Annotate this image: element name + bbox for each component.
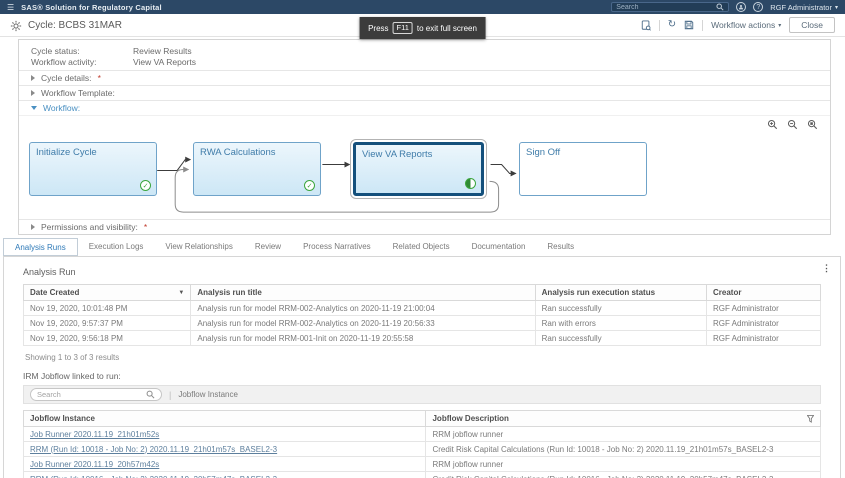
workflow-activity-label: Workflow activity:	[31, 56, 97, 67]
workflow-node-view-va-reports[interactable]: View VA Reports	[350, 139, 487, 199]
jobflow-instance-link[interactable]: RRM (Run Id: 10016 - Job No: 2) 2020.11.…	[30, 475, 277, 478]
column-header-jobflow-instance[interactable]: Jobflow Instance	[22, 410, 427, 427]
chevron-right-icon	[31, 75, 35, 81]
chevron-right-icon	[31, 90, 35, 96]
filter-icon[interactable]	[807, 414, 814, 423]
column-header-title[interactable]: Analysis run title	[190, 284, 536, 301]
jobflow-heading: IRM Jobflow linked to run:	[23, 371, 121, 381]
table-row[interactable]: Nov 19, 2020, 10:01:48 PM Analysis run f…	[22, 300, 821, 316]
page-title: Cycle: BCBS 31MAR	[28, 19, 122, 31]
zoom-out-icon[interactable]	[787, 119, 798, 130]
tab-view-relationships[interactable]: View Relationships	[154, 238, 243, 256]
help-icon[interactable]: ?	[753, 2, 764, 12]
zoom-fit-icon[interactable]	[807, 119, 818, 130]
workflow-actions-button[interactable]: Workflow actions ▾	[711, 20, 781, 30]
table-row: Job Runner 2020.11.19_20h57m42s RRM jobf…	[22, 456, 821, 472]
tab-documentation[interactable]: Documentation	[461, 238, 537, 256]
cycle-panel: Cycle status: Review Results Workflow ac…	[18, 39, 831, 235]
table-row: RRM (Run Id: 10018 - Job No: 2) 2020.11.…	[22, 441, 821, 457]
table-row: RRM (Run Id: 10016 - Job No: 2) 2020.11.…	[22, 471, 821, 478]
column-header-jobflow-description[interactable]: Jobflow Description	[425, 410, 821, 427]
kebab-menu-icon[interactable]: ⋮	[822, 263, 831, 274]
section-workflow[interactable]: Workflow:	[19, 100, 830, 115]
search-icon	[146, 390, 155, 399]
table-row[interactable]: Nov 19, 2020, 9:56:18 PM Analysis run fo…	[22, 330, 821, 346]
view-report-icon[interactable]	[641, 19, 651, 31]
jobflow-filter-label: Jobflow Instance	[178, 390, 238, 399]
jobflow-search-input[interactable]	[37, 390, 142, 399]
global-search-input[interactable]	[616, 3, 717, 11]
workflow-node-initialize-cycle[interactable]: Initialize Cycle ✓	[29, 142, 157, 196]
fullscreen-tooltip: Press F11 to exit full screen	[359, 17, 486, 39]
required-marker: *	[143, 222, 148, 232]
analysis-runs-panel: Analysis Run ⋮ Date Created ▼ Analysis r…	[3, 256, 841, 478]
divider	[702, 19, 704, 31]
cycle-status-value: Review Results	[133, 45, 192, 56]
section-cycle-details[interactable]: Cycle details: *	[19, 70, 830, 85]
cycle-status-label: Cycle status:	[31, 45, 80, 56]
jobflow-search-bar: | Jobflow Instance	[23, 385, 821, 404]
analysis-runs-table: Date Created ▼ Analysis run title Analys…	[22, 284, 821, 346]
results-summary: Showing 1 to 3 of 3 results	[25, 353, 120, 362]
jobflow-table: Jobflow Instance Jobflow Description Job…	[22, 410, 821, 478]
workflow-node-rwa-calculations[interactable]: RWA Calculations ✓	[193, 142, 321, 196]
workflow-diagram: Initialize Cycle ✓ RWA Calculations ✓ Vi…	[19, 115, 830, 219]
cycle-summary: Cycle status: Review Results Workflow ac…	[19, 40, 830, 70]
status-complete-icon: ✓	[140, 180, 151, 191]
save-icon[interactable]	[684, 20, 694, 30]
column-header-date-created[interactable]: Date Created ▼	[22, 284, 192, 301]
page-header: Cycle: BCBS 31MAR Press F11 to exit full…	[0, 14, 845, 39]
column-header-creator[interactable]: Creator	[706, 284, 821, 301]
analysis-run-heading: Analysis Run	[23, 267, 76, 277]
hamburger-menu-icon[interactable]: ☰	[7, 3, 14, 12]
table-row: Job Runner 2020.11.19_21h01m52s RRM jobf…	[22, 426, 821, 442]
jobflow-search[interactable]	[30, 388, 162, 401]
jobflow-instance-link[interactable]: Job Runner 2020.11.19_20h57m42s	[30, 460, 159, 469]
column-header-status[interactable]: Analysis run execution status	[534, 284, 708, 301]
tab-process-narratives[interactable]: Process Narratives	[292, 238, 382, 256]
app-bar: ☰ SAS® Solution for Regulatory Capital ?…	[0, 0, 845, 14]
user-menu[interactable]: RGF Administrator ▾	[770, 3, 838, 12]
jobflow-instance-link[interactable]: RRM (Run Id: 10018 - Job No: 2) 2020.11.…	[30, 445, 277, 454]
chevron-right-icon	[31, 224, 35, 230]
tab-related-objects[interactable]: Related Objects	[382, 238, 461, 256]
global-search[interactable]	[611, 2, 730, 12]
chevron-down-icon	[31, 106, 37, 110]
cycle-gear-icon[interactable]	[10, 19, 22, 32]
chevron-down-icon: ▾	[778, 22, 782, 29]
divider: |	[169, 389, 172, 400]
app-title: SAS® Solution for Regulatory Capital	[21, 2, 162, 12]
table-row[interactable]: Nov 19, 2020, 9:57:37 PM Analysis run fo…	[22, 315, 821, 331]
status-in-progress-icon	[465, 178, 476, 189]
required-marker: *	[97, 73, 101, 83]
f11-key: F11	[392, 22, 413, 34]
tab-execution-logs[interactable]: Execution Logs	[78, 238, 155, 256]
tab-results[interactable]: Results	[536, 238, 585, 256]
zoom-in-icon[interactable]	[767, 119, 778, 130]
jobflow-instance-link[interactable]: Job Runner 2020.11.19_21h01m52s	[30, 430, 159, 439]
close-button[interactable]: Close	[789, 17, 835, 33]
workflow-node-sign-off[interactable]: Sign Off	[519, 142, 647, 196]
history-icon[interactable]: ↻	[668, 20, 676, 30]
tab-review[interactable]: Review	[244, 238, 292, 256]
divider	[658, 19, 660, 31]
tab-bar: Analysis Runs Execution Logs View Relati…	[3, 238, 845, 256]
diagram-toolbar	[767, 119, 818, 130]
tab-analysis-runs[interactable]: Analysis Runs	[3, 238, 78, 256]
user-avatar-icon[interactable]	[736, 2, 747, 12]
section-workflow-template[interactable]: Workflow Template:	[19, 85, 830, 100]
section-permissions[interactable]: Permissions and visibility: *	[19, 219, 830, 234]
chevron-down-icon: ▾	[834, 4, 838, 11]
sort-desc-icon[interactable]: ▼	[178, 290, 184, 296]
workflow-activity-value: View VA Reports	[133, 56, 196, 67]
search-icon	[716, 3, 724, 11]
status-complete-icon: ✓	[304, 180, 315, 191]
